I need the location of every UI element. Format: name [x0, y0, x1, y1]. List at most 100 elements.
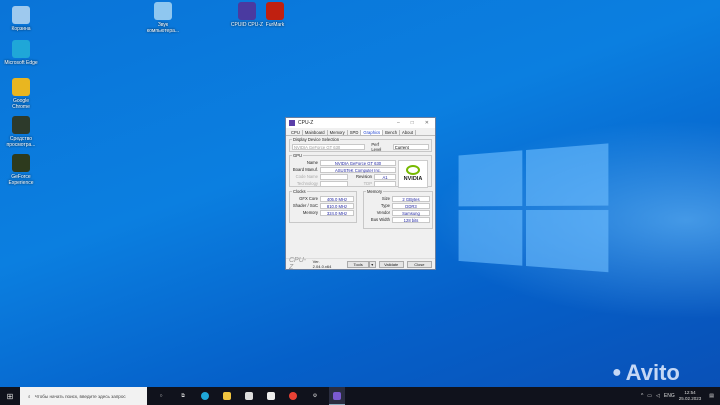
perf-level-select[interactable]: Current — [392, 143, 429, 150]
app-icon — [12, 78, 30, 96]
memory-clock-value: 324.0 MHz — [320, 209, 354, 216]
tab-bench[interactable]: Bench — [383, 130, 401, 135]
cpuz-window[interactable]: CPU-Z – □ ✕ CPU Mainboard Memory SPD Graphics B… — [285, 117, 436, 271]
board-value: ASUSTeK Computer Inc. — [320, 166, 396, 173]
desktop-icon[interactable]: Средство просмотра... — [4, 116, 38, 148]
validate-button[interactable]: Validate — [378, 260, 404, 268]
minimize-button[interactable]: – — [397, 120, 400, 126]
display-device-group: Display Device Selection NVIDIA GeForce … — [289, 137, 432, 152]
taskbar: ⊞ ⌕ Чтобы начать поиск, введите здесь зап… — [0, 387, 720, 405]
desktop-icon-label: GeForce Experience — [8, 174, 34, 186]
gpu-name-value: NVIDIA GeForce GT 630 — [320, 159, 396, 166]
cortana-icon[interactable]: ○ — [153, 387, 169, 405]
desktop-icon[interactable]: Microsoft Edge — [4, 40, 38, 66]
desktop-icon-label: Microsoft Edge — [4, 60, 38, 66]
tray-chevron-icon[interactable]: ^ — [641, 393, 643, 399]
search-placeholder: Чтобы начать поиск, введите здесь запрос — [34, 393, 126, 399]
desktop-icon[interactable]: Звук компьютера... — [146, 2, 180, 34]
size-label: Size — [381, 196, 390, 201]
clock[interactable]: 12:54 25.02.2023 — [679, 390, 702, 402]
memory-clock-label: Memory — [302, 210, 318, 215]
perf-level-label: Perf Level — [371, 141, 382, 152]
cpuz-brand: CPU-Z — [289, 257, 307, 271]
name-label: Name — [306, 160, 318, 165]
tools-dropdown-button[interactable]: ▾ — [368, 260, 376, 268]
revision-label: Revision — [355, 174, 372, 179]
vendor-value: Samsung — [392, 209, 430, 216]
desktop-icon-label: Google Chrome — [12, 98, 30, 110]
nvidia-logo-text: NVIDIA — [403, 176, 423, 182]
store-taskbar-icon[interactable] — [241, 387, 257, 405]
type-value: DDR3 — [392, 202, 430, 209]
close-window-button[interactable]: ✕ — [425, 120, 429, 126]
bus-width-value: 128 bits — [392, 216, 430, 223]
tab-cpu[interactable]: CPU — [289, 130, 303, 135]
explorer-taskbar-icon[interactable] — [219, 387, 235, 405]
window-title: CPU-Z — [298, 120, 314, 126]
volume-icon[interactable]: ◁ — [656, 393, 660, 399]
search-icon: ⌕ — [28, 393, 31, 399]
task-view-icon[interactable]: ⧉ — [175, 387, 191, 405]
app-icon — [12, 116, 30, 134]
group-label: Memory — [367, 189, 383, 194]
network-icon[interactable]: ▭ — [647, 393, 652, 399]
notifications-icon[interactable]: ▤ — [709, 393, 714, 399]
app-icon — [12, 154, 30, 172]
edge-taskbar-icon[interactable] — [197, 387, 213, 405]
tab-spd[interactable]: SPD — [348, 130, 362, 135]
nvidia-logo: NVIDIA — [398, 160, 428, 188]
group-label: Clocks — [293, 189, 306, 194]
date: 25.02.2023 — [678, 396, 702, 401]
gfx-core-value: 405.0 MHz — [320, 195, 354, 202]
chrome-taskbar-icon[interactable] — [285, 387, 301, 405]
language-indicator[interactable]: ENG — [664, 393, 675, 399]
desktop-icon-label: Средство просмотра... — [6, 136, 36, 148]
settings-taskbar-icon[interactable]: ⚙ — [307, 387, 323, 405]
app-icon — [154, 2, 172, 20]
desktop-icon-label: Звук компьютера... — [146, 22, 180, 34]
start-button[interactable]: ⊞ — [0, 392, 20, 401]
desktop-icon[interactable]: FurMark — [258, 2, 292, 28]
search-box[interactable]: ⌕ Чтобы начать поиск, введите здесь запро… — [20, 387, 147, 405]
cpuz-taskbar-icon[interactable] — [329, 387, 345, 405]
shader-label: Shader / SoC — [292, 203, 318, 208]
version-label: Ver. 2.04.0.x64 — [312, 259, 332, 269]
desktop-icon-label: FurMark — [265, 22, 285, 28]
maximize-button[interactable]: □ — [411, 120, 414, 126]
title-bar[interactable]: CPU-Z – □ ✕ — [286, 118, 435, 128]
type-label: Type — [380, 203, 390, 208]
device-select[interactable]: NVIDIA GeForce GT 630 — [292, 143, 366, 150]
desktop-icon-label: Корзина — [11, 26, 31, 32]
group-label: Display Device Selection — [293, 137, 340, 142]
revision-value: A1 — [374, 173, 396, 180]
app-icon — [12, 40, 30, 58]
cpuz-app-icon — [289, 120, 295, 126]
technology-label: Technology — [296, 181, 318, 186]
code-name-label: Code Name — [295, 174, 318, 179]
clocks-group: Clocks GFX Core 405.0 MHz Shader / SoC 810… — [289, 189, 357, 223]
tools-button[interactable]: Tools — [347, 260, 369, 268]
size-value: 2 GBytes — [392, 195, 430, 202]
board-label: Board Manuf. — [292, 167, 318, 172]
tab-about[interactable]: About — [400, 130, 416, 135]
gfx-core-label: GFX Core — [299, 196, 318, 201]
tab-graphics[interactable]: Graphics — [361, 130, 384, 135]
app-icon — [238, 2, 256, 20]
group-label: GPU — [293, 153, 303, 158]
tdp-label: TDP — [363, 181, 372, 186]
mail-taskbar-icon[interactable] — [263, 387, 279, 405]
avito-dots-icon: ● — [612, 364, 622, 381]
windows-wallpaper-logo — [458, 143, 609, 276]
desktop-icon[interactable]: GeForce Experience — [4, 154, 38, 186]
memory-group: Memory Size 2 GBytes Type DDR3 Vendor Samsu… — [363, 189, 433, 229]
tab-mainboard[interactable]: Mainboard — [303, 130, 328, 135]
bus-width-label: Bus Width — [370, 217, 390, 222]
tab-bar: CPU Mainboard Memory SPD Graphics Bench About — [286, 128, 435, 136]
desktop-icon[interactable]: Корзина — [4, 6, 38, 32]
close-button[interactable]: Close — [406, 260, 432, 268]
app-icon — [12, 6, 30, 24]
watermark-text: Avito — [625, 360, 680, 385]
tab-memory[interactable]: Memory — [328, 130, 348, 135]
vendor-label: Vendor — [376, 210, 390, 215]
desktop-icon[interactable]: Google Chrome — [4, 78, 38, 110]
